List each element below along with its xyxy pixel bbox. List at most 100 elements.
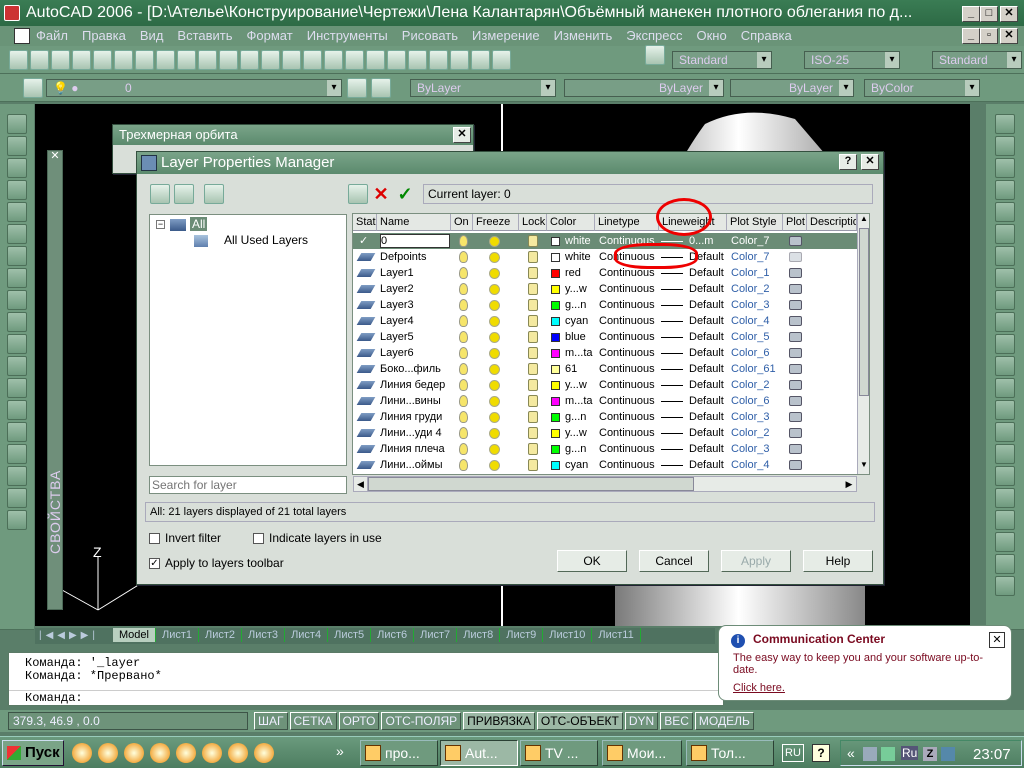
layer-plot-icon[interactable]	[789, 348, 802, 358]
layer-lineweight[interactable]: Default	[689, 361, 727, 377]
layer-lineweight[interactable]: Default	[689, 329, 727, 345]
column-header-2[interactable]: On	[451, 214, 473, 231]
layer-color-swatch[interactable]	[551, 461, 560, 470]
taskbar-task-2[interactable]: TV ...	[520, 740, 598, 766]
menu-item-7[interactable]: Измерение	[472, 28, 540, 43]
column-header-9[interactable]: Plot	[783, 214, 807, 231]
layer-plot-icon[interactable]	[789, 268, 802, 278]
status-toggle-2[interactable]: ОРТО	[338, 712, 380, 730]
layout-tab-5[interactable]: Лист5	[328, 628, 372, 642]
markup-icon[interactable]	[450, 50, 469, 70]
layer-lineweight[interactable]: Default	[689, 425, 727, 441]
column-header-1[interactable]: Name	[377, 214, 451, 231]
layer-on-icon[interactable]	[459, 267, 468, 279]
match-properties-icon[interactable]	[198, 50, 217, 70]
pan-icon[interactable]	[282, 50, 301, 70]
layer-linetype[interactable]: Continuous	[599, 441, 657, 457]
layer-combo[interactable]: 💡 ● 0	[46, 79, 342, 97]
column-header-0[interactable]: Stat	[353, 214, 377, 231]
taskbar-task-1[interactable]: Aut...	[440, 740, 518, 766]
layer-name[interactable]: Layer1	[380, 265, 450, 281]
layer-plot-icon[interactable]	[789, 332, 802, 342]
color-combo[interactable]: ByLayer	[410, 79, 556, 97]
layer-plot-style[interactable]: Color_4	[731, 457, 783, 473]
polygon-icon[interactable]	[7, 180, 27, 200]
layer-plot-style[interactable]: Color_1	[731, 265, 783, 281]
new-layer-icon[interactable]	[348, 184, 368, 204]
scroll-up-icon[interactable]: ▲	[858, 214, 869, 226]
layout-tab-9[interactable]: Лист9	[500, 628, 544, 642]
layer-row[interactable]: Defpoints white Continuous Default Color_7	[353, 249, 857, 265]
layer-on-icon[interactable]	[459, 427, 468, 439]
redo-icon[interactable]	[261, 50, 280, 70]
layer-color-swatch[interactable]	[551, 317, 560, 326]
zoom-previous-icon[interactable]	[345, 50, 364, 70]
offset-icon[interactable]	[995, 180, 1015, 200]
column-header-3[interactable]: Freeze	[473, 214, 519, 231]
ellipse-icon[interactable]	[7, 312, 27, 332]
antivirus-icon[interactable]	[881, 747, 895, 761]
linetype-combo[interactable]: ByLayer	[564, 79, 724, 97]
status-toggle-6[interactable]: DYN	[624, 712, 659, 730]
set-current-icon[interactable]: ✓	[395, 184, 415, 204]
indicate-in-use-checkbox[interactable]	[253, 533, 264, 544]
layer-color-swatch[interactable]	[551, 429, 560, 438]
language-indicator[interactable]: RU	[782, 744, 804, 762]
menu-item-0[interactable]: Файл	[36, 28, 68, 43]
firefox-icon[interactable]	[72, 743, 92, 763]
taskbar-task-0[interactable]: про...	[360, 740, 438, 766]
column-header-10[interactable]: Descriptio	[807, 214, 857, 231]
layer-color-swatch[interactable]	[551, 349, 560, 358]
layer-lock-icon[interactable]	[528, 235, 538, 247]
layer-row[interactable]: Layer4 cyan Continuous Default Color_4	[353, 313, 857, 329]
status-toggle-3[interactable]: ОТС-ПОЛЯР	[381, 712, 462, 730]
layer-name[interactable]: Линия груди	[380, 409, 450, 425]
publish-icon[interactable]	[114, 50, 133, 70]
open-icon[interactable]	[30, 50, 49, 70]
layer-plot-style[interactable]: Color_3	[731, 409, 783, 425]
layer-color-swatch[interactable]	[551, 301, 560, 310]
maximize-button[interactable]: □	[980, 6, 998, 22]
layer-color-name[interactable]: red	[565, 265, 595, 281]
rotate-icon[interactable]	[995, 246, 1015, 266]
draworder-icon[interactable]	[995, 488, 1015, 508]
orbit-close-button[interactable]: ✕	[453, 127, 471, 143]
layer-on-icon[interactable]	[459, 411, 468, 423]
layer-color-name[interactable]: white	[565, 233, 595, 249]
layer-row[interactable]: Боко...филь 61 Continuous Default Color_61	[353, 361, 857, 377]
layer-lock-icon[interactable]	[528, 283, 538, 295]
bring-above-icon[interactable]	[995, 554, 1015, 574]
layer-color-name[interactable]: g...n	[565, 297, 595, 313]
delete-layer-icon[interactable]: ✕	[371, 184, 391, 204]
design-center-icon[interactable]	[387, 50, 406, 70]
properties-icon[interactable]	[366, 50, 385, 70]
lineweight-combo[interactable]: ByLayer	[730, 79, 854, 97]
layer-name[interactable]: Линия плеча	[380, 441, 450, 457]
spline-icon[interactable]	[7, 290, 27, 310]
column-header-6[interactable]: Linetype	[595, 214, 659, 231]
layer-on-icon[interactable]	[459, 315, 468, 327]
layer-linetype[interactable]: Continuous	[599, 345, 657, 361]
help-tray-icon[interactable]: ?	[812, 744, 830, 762]
layer-freeze-icon[interactable]	[489, 252, 500, 263]
scroll-right-icon[interactable]: ▶	[842, 477, 856, 491]
pencil-icon[interactable]	[150, 743, 170, 763]
layer-color-name[interactable]: m...ta	[565, 393, 595, 409]
layer-freeze-icon[interactable]	[489, 428, 500, 439]
layer-on-icon[interactable]	[459, 251, 468, 263]
layer-lock-icon[interactable]	[528, 331, 538, 343]
column-header-5[interactable]: Color	[547, 214, 595, 231]
region-icon[interactable]	[7, 466, 27, 486]
help-icon[interactable]	[492, 50, 511, 70]
layer-on-icon[interactable]	[459, 299, 468, 311]
insert-block-icon[interactable]	[7, 356, 27, 376]
layer-plot-icon[interactable]	[789, 300, 802, 310]
layer-plot-style[interactable]: Color_6	[731, 345, 783, 361]
layer-color-swatch[interactable]	[551, 413, 560, 422]
layer-color-swatch[interactable]	[551, 397, 560, 406]
copy-icon[interactable]	[156, 50, 175, 70]
layer-row[interactable]: Лини...вины m...ta Continuous Default Color_…	[353, 393, 857, 409]
balloon-close-button[interactable]: ✕	[989, 632, 1005, 648]
layer-lineweight[interactable]: Default	[689, 441, 727, 457]
send-back-icon[interactable]	[995, 532, 1015, 552]
